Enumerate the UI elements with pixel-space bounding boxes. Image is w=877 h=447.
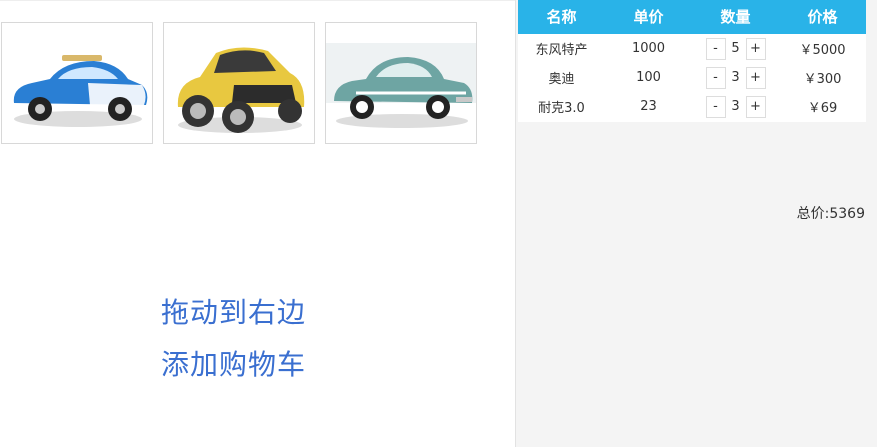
item-subtotal: ￥5000 bbox=[799, 43, 846, 58]
item-name: 奥迪 bbox=[548, 72, 575, 87]
shopping-cart-panel[interactable]: 名称 单价 数量 价格 东风特产 1000 - 5 + ￥5000 奥迪 100… bbox=[515, 0, 877, 447]
drag-hint-line-2: 添加购物车 bbox=[161, 348, 307, 381]
product-area: 拖动到右边 添加购物车 bbox=[0, 0, 515, 447]
quantity-value: 3 bbox=[731, 99, 740, 114]
item-subtotal: ￥69 bbox=[807, 101, 838, 116]
item-price: 23 bbox=[640, 99, 657, 114]
quantity-stepper: - 3 + bbox=[692, 66, 779, 89]
table-row: 东风特产 1000 - 5 + ￥5000 bbox=[518, 34, 866, 63]
item-price: 1000 bbox=[631, 41, 666, 56]
quantity-value: 3 bbox=[731, 70, 740, 85]
teal-car-image bbox=[326, 43, 476, 128]
item-subtotal: ￥300 bbox=[803, 72, 842, 87]
quantity-stepper: - 5 + bbox=[692, 37, 779, 60]
blue-car-image bbox=[13, 55, 148, 127]
cart-total: 总价:5369 bbox=[796, 206, 865, 222]
product-card-blue-car[interactable] bbox=[1, 22, 153, 144]
header-name: 名称 bbox=[546, 8, 577, 26]
item-price: 100 bbox=[636, 70, 661, 85]
cart-table-body: 东风特产 1000 - 5 + ￥5000 奥迪 100 - 3 + ￥300 … bbox=[518, 34, 866, 122]
quantity-value: 5 bbox=[731, 41, 740, 56]
yellow-car-image bbox=[177, 47, 305, 133]
header-subtotal: 价格 bbox=[807, 8, 838, 26]
quantity-stepper: - 3 + bbox=[692, 95, 779, 118]
table-row: 耐克3.0 23 - 3 + ￥69 bbox=[518, 92, 866, 121]
table-row: 奥迪 100 - 3 + ￥300 bbox=[518, 63, 866, 92]
decrease-button[interactable]: - bbox=[705, 37, 726, 60]
increase-button[interactable]: + bbox=[745, 95, 766, 118]
product-card-teal-car[interactable] bbox=[325, 22, 477, 144]
item-name: 耐克3.0 bbox=[538, 101, 585, 116]
header-price: 单价 bbox=[633, 8, 664, 26]
item-name: 东风特产 bbox=[535, 43, 588, 58]
decrease-button[interactable]: - bbox=[705, 66, 726, 89]
header-qty: 数量 bbox=[720, 8, 751, 26]
decrease-button[interactable]: - bbox=[705, 95, 726, 118]
increase-button[interactable]: + bbox=[745, 66, 766, 89]
product-card-yellow-car[interactable] bbox=[163, 22, 315, 144]
drag-hint-line-1: 拖动到右边 bbox=[161, 296, 307, 329]
cart-header-row: 名称 单价 数量 价格 bbox=[518, 0, 866, 34]
increase-button[interactable]: + bbox=[745, 37, 766, 60]
